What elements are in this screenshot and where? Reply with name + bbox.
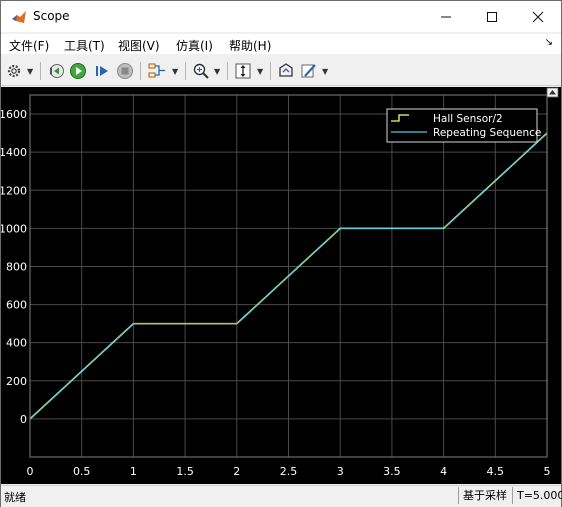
menu-simulation[interactable]: 仿真(I) bbox=[176, 37, 213, 54]
x-tick-label: 1.5 bbox=[176, 465, 194, 478]
toolbar: ▼ ▼ ▼ ▼ ▼ bbox=[1, 57, 561, 86]
scope-display: 0 0.5 1 1.5 2 2.5 3 3.5 4 4.5 5 0 200 400 600 800 1000 12… bbox=[0, 87, 561, 484]
scope-window: Scope 文件(F) 工具(T) 视图(V) 仿真(I) 帮助(H) ↘ ▼ bbox=[0, 0, 562, 507]
x-tick-label: 2.5 bbox=[280, 465, 298, 478]
minimize-button[interactable] bbox=[423, 1, 469, 32]
y-tick-label: 400 bbox=[6, 337, 27, 350]
autoscale-icon bbox=[235, 63, 251, 79]
x-tick-label: 4.5 bbox=[487, 465, 505, 478]
toolbar-separator bbox=[40, 62, 41, 80]
autoscale-dropdown-icon[interactable]: ▼ bbox=[257, 67, 263, 76]
zoom-button[interactable] bbox=[191, 61, 211, 81]
plot-background bbox=[1, 87, 561, 484]
matlab-icon bbox=[12, 11, 26, 23]
x-tick-label: 3 bbox=[337, 465, 344, 478]
zoom-dropdown-icon[interactable]: ▼ bbox=[214, 67, 220, 76]
restore-icon bbox=[279, 63, 293, 77]
x-tick-label: 3.5 bbox=[383, 465, 401, 478]
stop-icon bbox=[117, 63, 133, 79]
y-tick-label: 1600 bbox=[1, 108, 27, 121]
scope-plot: 0 0.5 1 1.5 2 2.5 3 3.5 4 4.5 5 0 200 400 600 800 1000 12… bbox=[0, 87, 561, 484]
menu-tools[interactable]: 工具(T) bbox=[64, 37, 105, 54]
settings-dropdown-icon[interactable]: ▼ bbox=[27, 67, 33, 76]
settings-button[interactable] bbox=[5, 61, 23, 81]
maximize-button[interactable] bbox=[469, 1, 515, 32]
signal-select-button[interactable] bbox=[146, 61, 168, 81]
menu-view[interactable]: 视图(V) bbox=[118, 37, 160, 54]
signal-select-dropdown-icon[interactable]: ▼ bbox=[172, 67, 178, 76]
autoscale-button[interactable] bbox=[233, 61, 253, 81]
x-tick-label: 0.5 bbox=[73, 465, 91, 478]
y-tick-label: 800 bbox=[6, 260, 27, 273]
status-time: T=5.000 bbox=[512, 487, 562, 504]
window-title: Scope bbox=[33, 9, 70, 23]
maximize-icon bbox=[487, 11, 497, 22]
run-button[interactable] bbox=[68, 61, 88, 81]
y-tick-label: 600 bbox=[6, 299, 27, 312]
y-tick-label: 1000 bbox=[1, 222, 27, 235]
menu-file[interactable]: 文件(F) bbox=[9, 37, 49, 54]
stop-button[interactable] bbox=[115, 61, 135, 81]
legend-label: Hall Sensor/2 bbox=[433, 113, 503, 125]
x-tick-label: 4 bbox=[440, 465, 447, 478]
gear-icon bbox=[7, 64, 21, 78]
close-icon bbox=[532, 11, 544, 22]
menu-help[interactable]: 帮助(H) bbox=[229, 37, 271, 54]
x-tick-label: 2 bbox=[233, 465, 240, 478]
style-button[interactable] bbox=[299, 61, 319, 81]
status-bar: 就绪 基于采样 T=5.000 bbox=[1, 485, 562, 507]
status-mode: 基于采样 bbox=[458, 487, 513, 504]
step-forward-button[interactable] bbox=[92, 61, 112, 81]
undock-button[interactable] bbox=[546, 87, 559, 98]
status-ready: 就绪 bbox=[4, 491, 26, 504]
y-tick-label: 1400 bbox=[1, 146, 27, 159]
x-tick-label: 1 bbox=[130, 465, 137, 478]
toolbar-separator bbox=[227, 62, 228, 80]
style-dropdown-icon[interactable]: ▼ bbox=[322, 67, 328, 76]
signal-select-icon bbox=[148, 63, 165, 78]
y-tick-label: 0 bbox=[20, 413, 27, 426]
minimize-icon bbox=[441, 16, 451, 17]
toolbar-separator bbox=[140, 62, 141, 80]
toolbar-separator bbox=[185, 62, 186, 80]
close-button[interactable] bbox=[515, 1, 561, 32]
x-tick-label: 5 bbox=[544, 465, 551, 478]
title-bar: Scope bbox=[1, 1, 561, 32]
step-forward-icon bbox=[96, 66, 108, 76]
style-icon bbox=[301, 64, 316, 78]
step-back-icon bbox=[50, 64, 64, 78]
legend-label: Repeating Sequence bbox=[433, 127, 541, 139]
run-icon bbox=[70, 63, 86, 79]
zoom-icon bbox=[193, 63, 209, 79]
y-tick-label: 1200 bbox=[1, 184, 27, 197]
toolbar-separator bbox=[270, 62, 271, 80]
step-back-button[interactable] bbox=[46, 61, 66, 81]
legend[interactable]: Hall Sensor/2 Repeating Sequence bbox=[386, 108, 541, 143]
x-tick-label: 0 bbox=[27, 465, 34, 478]
menu-bar: 文件(F) 工具(T) 视图(V) 仿真(I) 帮助(H) ↘ bbox=[1, 34, 561, 54]
menu-overflow-arrow[interactable]: ↘ bbox=[545, 37, 553, 48]
restore-button[interactable] bbox=[276, 61, 296, 81]
y-tick-label: 200 bbox=[6, 375, 27, 388]
